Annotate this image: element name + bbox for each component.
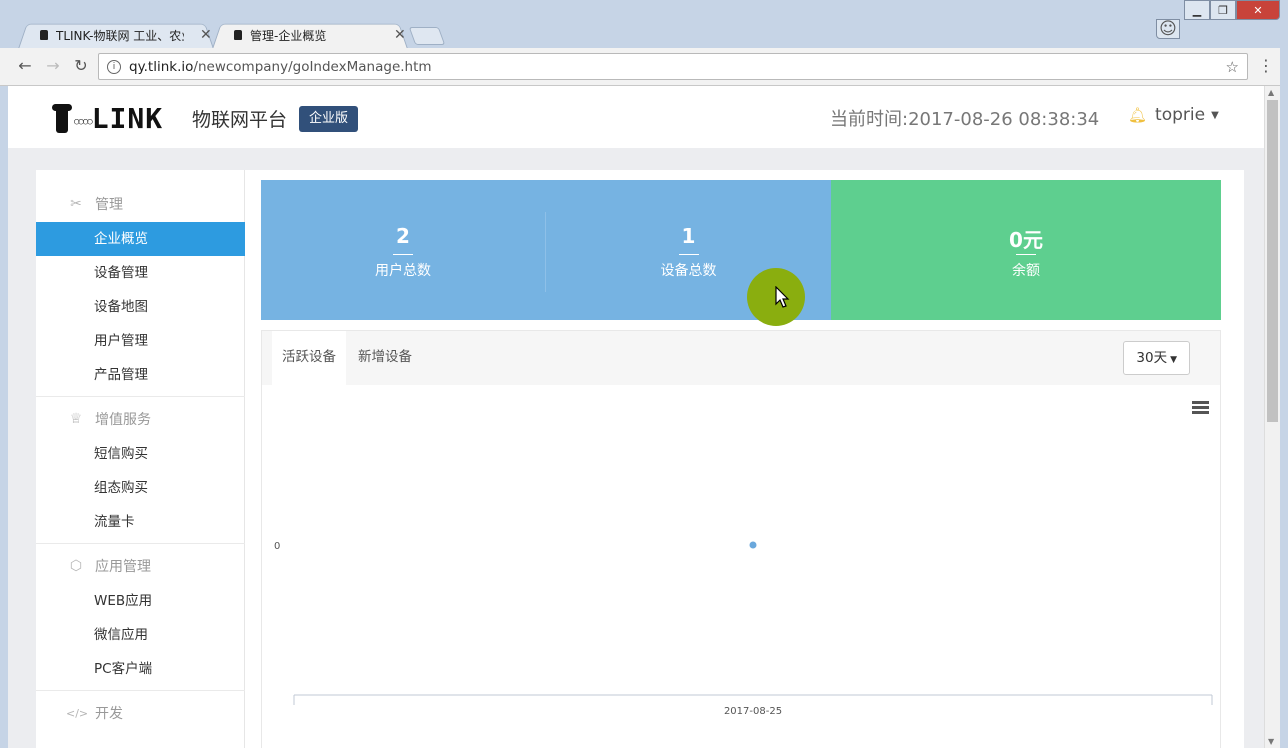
sidebar-item-devices[interactable]: 设备管理 bbox=[36, 256, 245, 290]
divider bbox=[678, 254, 699, 255]
username: toprie bbox=[1155, 105, 1206, 125]
data-point bbox=[749, 541, 757, 549]
info-icon[interactable]: i bbox=[107, 59, 121, 74]
user-menu[interactable]: 🔔︎ toprie ▼ bbox=[1128, 105, 1219, 125]
sidebar-item-products[interactable]: 产品管理 bbox=[36, 358, 245, 392]
window-frame bbox=[0, 86, 8, 748]
sidebar-item-wechat-app[interactable]: 微信应用 bbox=[36, 618, 245, 652]
range-dropdown[interactable]: 30天 ▼ bbox=[1123, 341, 1190, 375]
tab-title: 管理-企业概览 bbox=[250, 28, 327, 43]
scroll-up-icon[interactable]: ▲ bbox=[1268, 88, 1274, 97]
stats-green-panel: 0元 余额 bbox=[831, 180, 1221, 320]
profile-icon[interactable]: ☺ bbox=[1156, 19, 1180, 39]
tab-new-devices[interactable]: 新增设备 bbox=[348, 331, 422, 385]
sidebar: ✂ 管理 企业概览 设备管理 设备地图 用户管理 产品管理 ♕ 增值服务 短信购买 … bbox=[36, 170, 245, 748]
window-frame bbox=[1280, 0, 1288, 748]
sidebar-group-dev: </> 开发 bbox=[66, 706, 123, 722]
tab-close-icon[interactable]: ✕ bbox=[200, 27, 212, 43]
close-window-button[interactable]: ✕ bbox=[1236, 0, 1280, 20]
sidebar-item-device-map[interactable]: 设备地图 bbox=[36, 290, 245, 324]
favicon-icon bbox=[40, 30, 48, 40]
reload-icon[interactable]: ↻ bbox=[70, 56, 92, 75]
stats-row: 2 用户总数 1 设备总数 0元 余额 bbox=[261, 180, 1221, 326]
caret-down-icon: ▼ bbox=[1211, 109, 1219, 121]
y-tick-label: 0 bbox=[274, 541, 280, 552]
page-scrollbar[interactable]: ▲ ▼ bbox=[1264, 86, 1280, 748]
sidebar-item-sms[interactable]: 短信购买 bbox=[36, 437, 245, 471]
x-tick-label: 2017-08-25 bbox=[724, 706, 782, 717]
stat-value: 1 bbox=[681, 224, 696, 248]
tools-icon: ✂ bbox=[70, 196, 82, 212]
browser-titlebar: TLINK-物联网 工业、农业 ✕ 管理-企业概览 ✕ ☺ ▁ ❐ ✕ bbox=[0, 0, 1288, 49]
platform-title: 物联网平台 bbox=[192, 109, 288, 131]
crown-icon: ♕ bbox=[69, 411, 83, 427]
stat-balance: 0元 余额 bbox=[831, 180, 1221, 320]
back-arrow-icon[interactable]: ← bbox=[14, 56, 36, 75]
scrollbar-thumb[interactable] bbox=[1267, 100, 1278, 422]
divider bbox=[36, 396, 245, 397]
sidebar-item-web-app[interactable]: WEB应用 bbox=[36, 584, 245, 618]
logo-mark-icon bbox=[52, 103, 72, 134]
divider bbox=[393, 254, 413, 255]
browser-tab-tlink[interactable]: TLINK-物联网 工业、农业 ✕ bbox=[18, 21, 214, 49]
sidebar-item-pc-client[interactable]: PC客户端 bbox=[36, 652, 245, 686]
forward-arrow-icon[interactable]: → bbox=[42, 56, 64, 75]
divider bbox=[1016, 254, 1036, 255]
tab-close-icon[interactable]: ✕ bbox=[394, 27, 406, 43]
current-time: 当前时间:2017-08-26 08:38:34 bbox=[830, 109, 1100, 130]
stat-label: 余额 bbox=[1012, 263, 1040, 279]
browser-toolbar: ← → ↻ i qy.tlink.io/newcompany/goIndexMa… bbox=[0, 48, 1288, 86]
sidebar-item-users[interactable]: 用户管理 bbox=[36, 324, 245, 358]
sidebar-group-apps: ⬡ 应用管理 bbox=[36, 549, 245, 583]
cube-icon: ⬡ bbox=[69, 558, 83, 574]
mouse-pointer-icon bbox=[775, 286, 790, 308]
page-viewport: ○○○○ LINK 物联网平台 企业版 当前时间:2017-08-26 08:3… bbox=[8, 86, 1264, 748]
stat-value: 0元 bbox=[1009, 228, 1043, 252]
tab-active-devices[interactable]: 活跃设备 bbox=[272, 331, 346, 385]
sidebar-item-data-card[interactable]: 流量卡 bbox=[36, 505, 245, 539]
caret-down-icon: ▼ bbox=[1170, 355, 1177, 365]
divider bbox=[36, 543, 245, 544]
address-bar[interactable]: i qy.tlink.io/newcompany/goIndexManage.h… bbox=[98, 53, 1248, 80]
sidebar-item-scada[interactable]: 组态购买 bbox=[36, 471, 245, 505]
new-tab-button[interactable] bbox=[408, 27, 446, 45]
chart-area: 0 2017-08-25 bbox=[262, 385, 1220, 748]
code-icon: </> bbox=[66, 706, 89, 720]
stat-users: 2 用户总数 bbox=[261, 180, 545, 320]
site-header: ○○○○ LINK 物联网平台 企业版 当前时间:2017-08-26 08:3… bbox=[8, 86, 1264, 148]
favicon-icon bbox=[234, 30, 242, 40]
edition-badge: 企业版 bbox=[299, 106, 359, 132]
scroll-down-icon[interactable]: ▼ bbox=[1268, 737, 1274, 746]
sidebar-group-value-added: ♕ 增值服务 bbox=[36, 402, 245, 436]
sidebar-group-manage: ✂ 管理 bbox=[36, 187, 245, 221]
divider bbox=[36, 690, 245, 691]
chart-svg: 0 2017-08-25 bbox=[274, 541, 1213, 717]
url-text: qy.tlink.io/newcompany/goIndexManage.htm bbox=[129, 58, 432, 75]
sidebar-item-overview[interactable]: 企业概览 bbox=[36, 222, 245, 256]
maximize-button[interactable]: ❐ bbox=[1210, 0, 1236, 20]
bell-icon: 🔔︎ bbox=[1128, 106, 1148, 124]
stat-value: 2 bbox=[396, 224, 410, 248]
bookmark-star-icon[interactable]: ☆ bbox=[1226, 58, 1239, 76]
stat-label: 用户总数 bbox=[375, 263, 431, 279]
browser-menu-icon[interactable]: ⋮ bbox=[1258, 56, 1274, 75]
minimize-button[interactable]: ▁ bbox=[1184, 0, 1210, 20]
content-area: ✂ 管理 企业概览 设备管理 设备地图 用户管理 产品管理 ♕ 增值服务 短信购买 … bbox=[36, 170, 1244, 748]
chart-panel: 活跃设备 新增设备 30天 ▼ 0 2017-08-25 bbox=[261, 330, 1221, 748]
browser-tab-manage[interactable]: 管理-企业概览 ✕ bbox=[212, 21, 408, 49]
logo[interactable]: ○○○○ LINK bbox=[52, 102, 163, 135]
tab-title: TLINK-物联网 工业、农业 bbox=[56, 28, 184, 43]
stats-blue-panel: 2 用户总数 1 设备总数 bbox=[261, 180, 831, 326]
